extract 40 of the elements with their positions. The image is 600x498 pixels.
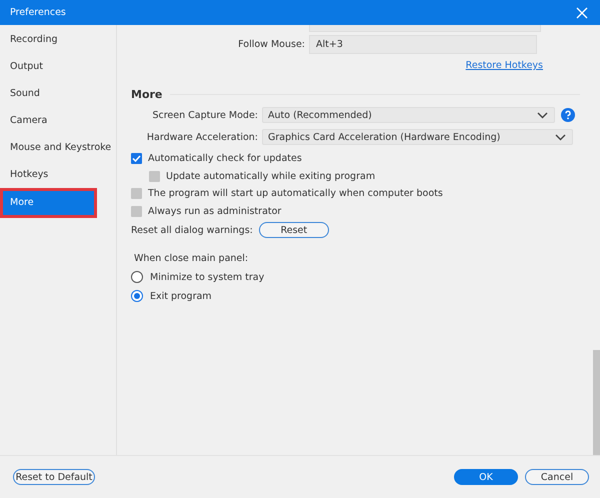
- dropdown-label: Hardware Acceleration:: [146, 132, 258, 142]
- hotkey-field[interactable]: Alt+3: [309, 35, 537, 54]
- reset-warnings-label: Reset all dialog warnings:: [131, 224, 253, 236]
- hotkey-field[interactable]: [309, 25, 541, 32]
- scrollbar-thumb[interactable]: [593, 350, 600, 455]
- chevron-icon: [537, 112, 548, 118]
- radio-label: Exit program: [150, 290, 212, 302]
- dropdown[interactable]: Graphics Card Acceleration (Hardware Encoding): [262, 129, 573, 145]
- checkbox[interactable]: [131, 153, 142, 164]
- reset-button[interactable]: Reset: [258, 222, 329, 238]
- checkbox-label: Update automatically while exiting program: [166, 170, 376, 182]
- sidebar-item[interactable]: Mouse and Keystroke: [0, 134, 116, 161]
- checkbox-label: Automatically check for updates: [148, 153, 302, 164]
- follow-mouse-label: Follow Mouse:: [237, 39, 305, 50]
- section-heading: More: [131, 88, 162, 101]
- radio-label: Minimize to system tray: [150, 272, 264, 282]
- sidebar-item[interactable]: Recording: [0, 26, 116, 53]
- checkbox-label: Always run as administrator: [148, 206, 282, 217]
- dropdown-label: Screen Capture Mode:: [151, 110, 258, 120]
- sidebar-item[interactable]: Sound: [0, 80, 116, 107]
- sidebar-item[interactable]: Output: [0, 53, 116, 80]
- help-icon[interactable]: [561, 108, 575, 122]
- close-icon[interactable]: [576, 6, 588, 18]
- checkbox[interactable]: [131, 206, 142, 217]
- dropdown[interactable]: Auto (Recommended): [262, 107, 555, 123]
- close-panel-label: When close main panel:: [133, 253, 250, 264]
- ok-button[interactable]: OK: [454, 469, 518, 485]
- checkbox[interactable]: [131, 188, 142, 200]
- radio-button[interactable]: [131, 271, 143, 283]
- sidebar-item[interactable]: More: [0, 188, 97, 218]
- sidebar-item[interactable]: Camera: [0, 107, 116, 134]
- checkbox[interactable]: [149, 170, 160, 182]
- sidebar-item[interactable]: Hotkeys: [0, 161, 116, 188]
- checkbox-label: The program will start up automatically when computer boots: [148, 188, 443, 200]
- cancel-button[interactable]: Cancel: [525, 469, 589, 485]
- radio-button[interactable]: [131, 290, 143, 302]
- window-title: Preferences: [10, 7, 66, 18]
- chevron-icon: [555, 134, 566, 140]
- restore-hotkeys-link[interactable]: Restore Hotkeys: [466, 60, 543, 71]
- reset-to-default-button[interactable]: Reset to Default: [13, 469, 95, 485]
